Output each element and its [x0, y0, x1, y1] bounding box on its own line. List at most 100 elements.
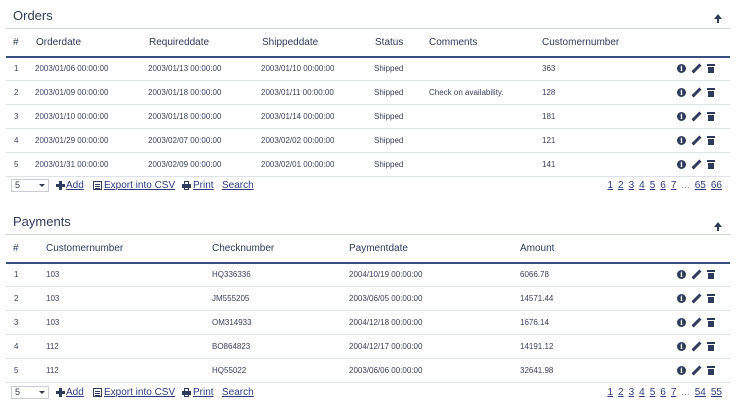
- edit-icon[interactable]: [692, 270, 701, 279]
- table-cell: 2003/01/09 00:00:00: [35, 88, 109, 97]
- page-size-select[interactable]: 5: [11, 179, 49, 192]
- info-icon[interactable]: i: [677, 341, 686, 351]
- table-cell: 103: [46, 294, 60, 303]
- trash-icon[interactable]: [707, 135, 715, 145]
- print-button[interactable]: Print: [193, 180, 214, 191]
- col-customernumber[interactable]: Customernumber: [46, 243, 123, 254]
- info-icon[interactable]: i: [677, 111, 686, 121]
- divider: [6, 234, 730, 235]
- edit-icon[interactable]: [692, 342, 701, 351]
- table-row[interactable]: 5 2003/01/31 00:00:00 2003/02/09 00:00:00 2…: [6, 153, 730, 177]
- trash-icon[interactable]: [707, 87, 715, 97]
- page-link[interactable]: 66: [711, 180, 722, 191]
- print-button[interactable]: Print: [193, 387, 214, 398]
- table-row[interactable]: 3 103 OM314933 2004/12/18 00:00:00 1676.14 i: [6, 311, 730, 335]
- trash-icon[interactable]: [707, 111, 715, 121]
- edit-icon[interactable]: [692, 318, 701, 327]
- table-row[interactable]: 1 2003/01/06 00:00:00 2003/01/13 00:00:00 2…: [6, 57, 730, 81]
- page-link[interactable]: 3: [629, 387, 635, 398]
- edit-icon[interactable]: [692, 136, 701, 145]
- print-icon[interactable]: [182, 388, 191, 397]
- col-index[interactable]: #: [13, 243, 19, 254]
- page-link[interactable]: 2: [618, 387, 624, 398]
- page-link[interactable]: 1: [607, 180, 613, 191]
- trash-icon[interactable]: [707, 159, 715, 169]
- collapse-up-icon[interactable]: [714, 14, 722, 23]
- table-row[interactable]: 5 112 HQ55022 2003/06/06 00:00:00 32641.98 i: [6, 359, 730, 383]
- edit-icon[interactable]: [692, 88, 701, 97]
- col-paymentdate[interactable]: Paymentdate: [349, 243, 408, 254]
- edit-icon[interactable]: [692, 366, 701, 375]
- table-row[interactable]: 3 2003/01/10 00:00:00 2003/01/18 00:00:00 2…: [6, 105, 730, 129]
- page-link[interactable]: 6: [660, 387, 666, 398]
- info-icon[interactable]: i: [677, 317, 686, 327]
- table-row[interactable]: 2 103 JM555205 2003/06/05 00:00:00 14571.44 i: [6, 287, 730, 311]
- chevron-down-icon: [39, 391, 45, 394]
- col-orderdate[interactable]: Orderdate: [36, 37, 81, 48]
- page-link[interactable]: 3: [629, 180, 635, 191]
- table-row[interactable]: 4 112 BO864823 2004/12/17 00:00:00 14191.12 i: [6, 335, 730, 359]
- info-icon[interactable]: i: [677, 87, 686, 97]
- info-icon[interactable]: i: [677, 135, 686, 145]
- edit-icon[interactable]: [692, 294, 701, 303]
- col-checknumber[interactable]: Checknumber: [212, 243, 274, 254]
- page-link[interactable]: 6: [660, 180, 666, 191]
- page-link[interactable]: 4: [639, 180, 645, 191]
- csv-icon[interactable]: [93, 181, 102, 190]
- trash-icon[interactable]: [707, 341, 715, 351]
- col-comments[interactable]: Comments: [429, 37, 477, 48]
- table-row[interactable]: 4 2003/01/29 00:00:00 2003/02/07 00:00:00 2…: [6, 129, 730, 153]
- csv-icon[interactable]: [93, 388, 102, 397]
- table-row[interactable]: 1 103 HQ336336 2004/10/19 00:00:00 6066.78 i: [6, 263, 730, 287]
- page-size-select[interactable]: 5: [11, 386, 49, 399]
- page-link[interactable]: 2: [618, 180, 624, 191]
- info-icon[interactable]: i: [677, 293, 686, 303]
- print-icon[interactable]: [182, 181, 191, 190]
- plus-icon[interactable]: [56, 181, 65, 190]
- page-link[interactable]: 55: [711, 387, 722, 398]
- col-requireddate[interactable]: Requireddate: [149, 37, 209, 48]
- page-link[interactable]: 4: [639, 387, 645, 398]
- col-status[interactable]: Status: [375, 37, 403, 48]
- col-index[interactable]: #: [13, 37, 19, 48]
- page-link[interactable]: 65: [695, 180, 706, 191]
- search-button[interactable]: Search: [222, 180, 254, 191]
- table-cell: 14571.44: [520, 294, 554, 303]
- add-button[interactable]: Add: [66, 387, 84, 398]
- edit-icon[interactable]: [692, 160, 701, 169]
- pagination-ellipsis: ...: [681, 387, 690, 398]
- page-link[interactable]: 54: [695, 387, 706, 398]
- info-icon[interactable]: i: [677, 159, 686, 169]
- search-button[interactable]: Search: [222, 387, 254, 398]
- table-cell: 2003/01/14 00:00:00: [261, 112, 335, 121]
- table-row[interactable]: 2 2003/01/09 00:00:00 2003/01/18 00:00:00 2…: [6, 81, 730, 105]
- col-amount[interactable]: Amount: [520, 243, 554, 254]
- page-link[interactable]: 5: [650, 387, 656, 398]
- table-cell: HQ336336: [212, 270, 251, 279]
- plus-icon[interactable]: [56, 388, 65, 397]
- trash-icon[interactable]: [707, 63, 715, 73]
- trash-icon[interactable]: [707, 317, 715, 327]
- table-cell: HQ55022: [212, 366, 247, 375]
- page-link[interactable]: 1: [607, 387, 613, 398]
- edit-icon[interactable]: [692, 64, 701, 73]
- collapse-up-icon[interactable]: [714, 222, 722, 231]
- payments-title: Payments: [13, 214, 71, 229]
- info-icon[interactable]: i: [677, 63, 686, 73]
- export-csv-button[interactable]: Export into CSV: [104, 387, 175, 398]
- export-csv-button[interactable]: Export into CSV: [104, 180, 175, 191]
- edit-icon[interactable]: [692, 112, 701, 121]
- table-cell: 2003/06/05 00:00:00: [349, 294, 423, 303]
- col-customernumber[interactable]: Customernumber: [542, 37, 619, 48]
- trash-icon[interactable]: [707, 269, 715, 279]
- info-icon[interactable]: i: [677, 269, 686, 279]
- trash-icon[interactable]: [707, 293, 715, 303]
- col-shippeddate[interactable]: Shippeddate: [262, 37, 318, 48]
- trash-icon[interactable]: [707, 365, 715, 375]
- page-link[interactable]: 5: [650, 180, 656, 191]
- page-link[interactable]: 7: [671, 180, 677, 191]
- add-button[interactable]: Add: [66, 180, 84, 191]
- info-icon[interactable]: i: [677, 365, 686, 375]
- page-link[interactable]: 7: [671, 387, 677, 398]
- pagination: 1 2 3 4 5 6 7... 65 66: [607, 180, 722, 191]
